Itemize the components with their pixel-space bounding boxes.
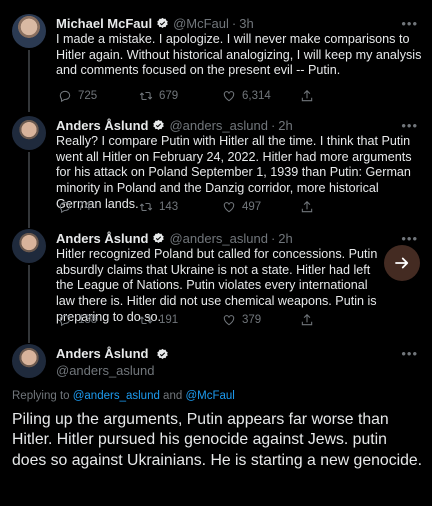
- verified-icon: [157, 17, 168, 28]
- share-icon: [301, 201, 313, 213]
- replying-to: Replying to @anders_aslund and @McFaul: [12, 390, 235, 402]
- like-button[interactable]: 6,314: [222, 89, 271, 103]
- avatar[interactable]: [12, 344, 46, 378]
- share-icon: [301, 90, 313, 102]
- retweet-count: 143: [159, 201, 179, 213]
- share-button[interactable]: [300, 89, 314, 103]
- tweet-header: Michael McFaul @McFaul · 3h: [56, 15, 254, 31]
- retweet-button[interactable]: 679: [139, 89, 178, 103]
- timestamp[interactable]: 2h: [278, 118, 292, 133]
- retweet-icon: [139, 315, 153, 325]
- author-name[interactable]: Anders Åslund: [56, 118, 148, 133]
- more-icon[interactable]: •••: [401, 231, 418, 246]
- author-handle[interactable]: @anders_aslund: [56, 363, 154, 378]
- author-name[interactable]: Anders Åslund: [56, 346, 148, 361]
- tweet-actions: 725 679 6,314: [56, 87, 386, 105]
- main-author[interactable]: Anders Åslund: [56, 346, 173, 361]
- reply-count: 138: [78, 314, 98, 326]
- author-handle[interactable]: @McFaul: [173, 16, 229, 31]
- like-icon: [223, 202, 235, 213]
- reply-button[interactable]: 138: [58, 313, 97, 327]
- reply-icon: [59, 314, 71, 327]
- author-name[interactable]: Michael McFaul: [56, 16, 152, 31]
- like-icon: [223, 91, 235, 102]
- main-tweet-text: Piling up the arguments, Putin appears f…: [12, 411, 423, 469]
- avatar[interactable]: [12, 229, 46, 263]
- retweet-count: 191: [159, 314, 179, 326]
- reply-icon: [59, 90, 71, 103]
- more-icon[interactable]: •••: [401, 16, 418, 31]
- avatar[interactable]: [12, 14, 46, 48]
- thread-line: [28, 265, 30, 343]
- author-name[interactable]: Anders Åslund: [56, 231, 148, 246]
- avatar[interactable]: [12, 116, 46, 150]
- author-handle[interactable]: @anders_aslund: [169, 118, 267, 133]
- tweet-actions: 138 191 379: [56, 311, 386, 329]
- timestamp[interactable]: 3h: [239, 16, 253, 31]
- like-count: 497: [242, 201, 262, 213]
- like-icon: [223, 315, 235, 326]
- reply-mention[interactable]: @anders_aslund: [73, 390, 160, 402]
- tweet-header: Anders Åslund @anders_aslund · 2h: [56, 230, 293, 246]
- like-button[interactable]: 497: [222, 200, 261, 214]
- verified-icon: [157, 348, 168, 360]
- like-count: 379: [242, 314, 262, 326]
- tweet-text: I made a mistake. I apologize. I will ne…: [56, 32, 422, 78]
- verified-icon: [153, 119, 165, 130]
- verified-icon: [153, 232, 165, 243]
- more-icon[interactable]: •••: [401, 118, 418, 133]
- next-arrow-button[interactable]: [384, 245, 420, 281]
- tweet-actions: 74 143 497: [56, 198, 386, 216]
- reply-icon: [59, 201, 71, 214]
- reply-count: 74: [78, 201, 91, 213]
- tweet-header: Anders Åslund @anders_aslund · 2h: [56, 117, 293, 133]
- author-handle[interactable]: @anders_aslund: [169, 231, 267, 246]
- thread-line: [28, 152, 30, 228]
- retweet-icon: [139, 91, 153, 101]
- reply-count: 725: [78, 90, 98, 102]
- share-button[interactable]: [300, 313, 314, 327]
- reply-button[interactable]: 725: [58, 89, 97, 103]
- retweet-button[interactable]: 143: [139, 200, 178, 214]
- thread-line: [28, 50, 30, 112]
- share-icon: [301, 314, 313, 326]
- retweet-count: 679: [159, 90, 179, 102]
- timestamp[interactable]: 2h: [278, 231, 292, 246]
- reply-mention[interactable]: @McFaul: [185, 390, 234, 402]
- more-icon[interactable]: •••: [401, 346, 418, 361]
- arrow-right-icon: [395, 257, 409, 269]
- reply-button[interactable]: 74: [58, 200, 91, 214]
- share-button[interactable]: [300, 200, 314, 214]
- retweet-button[interactable]: 191: [139, 313, 178, 327]
- like-count: 6,314: [242, 90, 271, 102]
- like-button[interactable]: 379: [222, 313, 261, 327]
- retweet-icon: [139, 202, 153, 212]
